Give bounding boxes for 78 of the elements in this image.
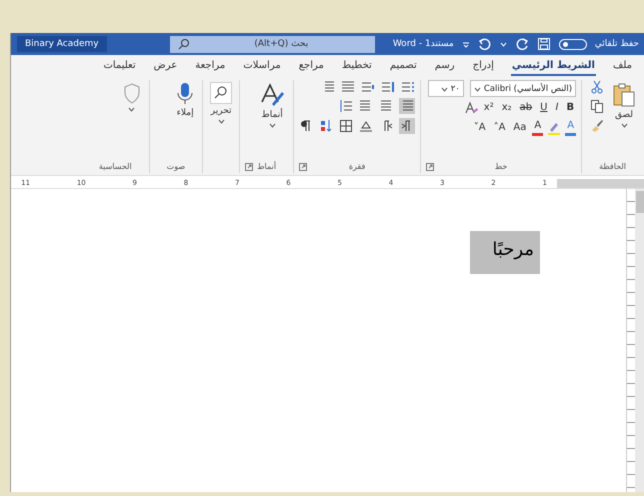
decrease-indent-icon[interactable] xyxy=(341,80,356,94)
clipboard-icon xyxy=(612,82,636,108)
right-to-left-button[interactable] xyxy=(399,118,416,134)
microphone-icon xyxy=(175,82,196,106)
font-button[interactable]: A xyxy=(532,119,544,136)
font-button[interactable]: I xyxy=(553,101,560,115)
dialog-launcher-icon[interactable] xyxy=(426,163,434,171)
group-label: الحساسية xyxy=(98,161,133,173)
clear-formatting-icon[interactable] xyxy=(464,101,478,115)
ribbon-tab[interactable]: مراجع xyxy=(298,60,325,76)
scrollbar-thumb[interactable] xyxy=(636,191,644,213)
font-button[interactable]: A xyxy=(565,119,576,136)
font-button[interactable]: x² xyxy=(482,101,496,115)
search-icon xyxy=(210,82,232,104)
borders-icon[interactable] xyxy=(339,119,354,133)
font-button[interactable]: ab xyxy=(518,101,534,115)
highlighter-icon[interactable] xyxy=(547,120,562,134)
user-name[interactable]: Binary Academy xyxy=(17,36,107,52)
document-title: مستند1 - Word xyxy=(392,39,454,49)
ribbon-tab[interactable]: مراجعة xyxy=(194,60,226,76)
align-center-icon[interactable] xyxy=(379,99,394,113)
bullet-list-icon[interactable] xyxy=(401,80,416,94)
font-button[interactable]: Aa xyxy=(511,120,528,134)
scrollbar[interactable] xyxy=(635,189,644,492)
dropdown-icon[interactable] xyxy=(500,41,507,47)
font-button[interactable]: x₂ xyxy=(500,101,514,115)
shield-icon xyxy=(122,82,142,104)
editing-button[interactable]: تحرير xyxy=(208,80,234,126)
font-button[interactable]: B xyxy=(564,101,576,115)
search-icon xyxy=(178,38,190,50)
ribbon-tab[interactable]: رسم xyxy=(434,60,456,76)
document-page[interactable]: مرحبًا xyxy=(11,189,626,492)
ribbon-tab[interactable]: إدراج xyxy=(472,60,495,76)
caret-icon[interactable] xyxy=(268,122,276,128)
group-label: الحافظة xyxy=(598,161,627,173)
ribbon-tab[interactable]: عرض xyxy=(152,60,178,76)
font-button[interactable]: U xyxy=(538,101,550,115)
redo-icon[interactable] xyxy=(514,37,529,51)
ribbon-tab[interactable]: ملف xyxy=(612,60,633,76)
ribbon-tab[interactable]: تعليمات xyxy=(102,60,137,76)
font-name-field[interactable]: (النص الأساسي) Calibri xyxy=(470,80,576,97)
numbered-list-icon[interactable] xyxy=(381,80,396,94)
selected-text: مرحبًا xyxy=(470,231,540,274)
font-button[interactable]: A˄ xyxy=(492,120,508,134)
save-icon[interactable] xyxy=(536,37,551,51)
ribbon-tab[interactable]: تخطيط xyxy=(340,60,373,76)
sort-icon[interactable] xyxy=(319,119,334,133)
caret-icon[interactable] xyxy=(474,86,481,92)
group-label: صوت xyxy=(166,161,186,173)
line-spacing-icon[interactable] xyxy=(339,99,354,113)
caret-icon[interactable] xyxy=(218,118,225,124)
copy-icon[interactable] xyxy=(590,99,604,113)
caret-icon[interactable] xyxy=(440,86,448,92)
align-right-icon xyxy=(400,99,414,113)
ribbon-tab[interactable]: تصميم xyxy=(388,60,418,76)
undo-icon[interactable] xyxy=(478,37,492,51)
paste-button[interactable]: لصق xyxy=(610,80,638,130)
align-right-button[interactable] xyxy=(399,98,416,114)
multilevel-list-icon[interactable] xyxy=(361,80,376,94)
caret-icon[interactable] xyxy=(128,106,136,112)
group-label: أنماط xyxy=(245,160,288,173)
group-label: فقرة xyxy=(299,160,416,173)
font-button[interactable]: A˅ xyxy=(472,120,488,134)
caret-icon[interactable] xyxy=(620,122,628,128)
shading-icon[interactable] xyxy=(359,119,374,133)
dictate-button[interactable]: إملاء xyxy=(173,80,198,120)
autosave-label: حفظ تلقائي xyxy=(594,39,639,49)
font-size-field[interactable]: ٢٠ xyxy=(428,80,464,97)
autosave-toggle[interactable] xyxy=(558,38,587,50)
dialog-launcher-icon[interactable] xyxy=(245,163,254,171)
ribbon-tab[interactable]: مراسلات xyxy=(242,60,282,76)
scissors-icon[interactable] xyxy=(590,80,604,94)
dialog-launcher-icon[interactable] xyxy=(299,163,308,171)
customize-toolbar-icon[interactable] xyxy=(462,40,470,48)
paintbrush-icon[interactable] xyxy=(590,118,604,132)
search-field[interactable]: بحث (Alt+Q) xyxy=(170,36,375,52)
group-label: خط xyxy=(426,160,576,173)
styles-button[interactable]: أنماط xyxy=(256,80,288,130)
